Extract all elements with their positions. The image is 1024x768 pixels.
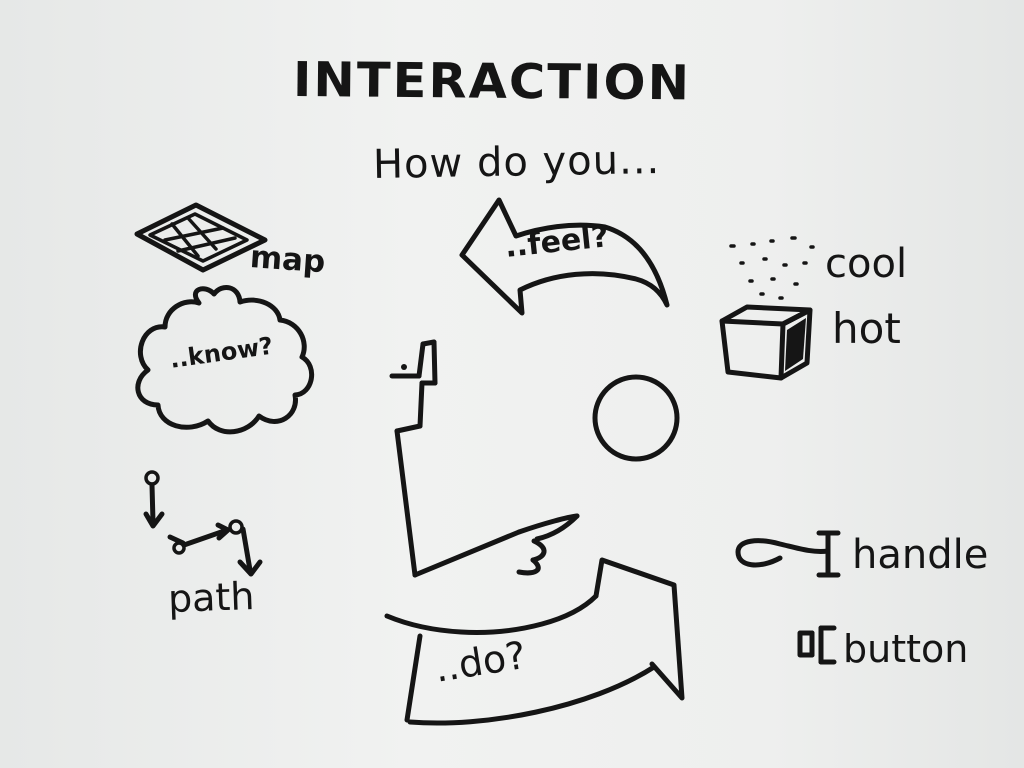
map-icon [134, 202, 268, 273]
ball-icon [592, 374, 680, 462]
diagram-title: INTERACTION [292, 52, 692, 112]
path-icon [143, 470, 263, 577]
map-label: map [248, 239, 327, 281]
ice-cube-icon [719, 236, 815, 381]
cool-label: cool [825, 241, 908, 287]
button-label: button [843, 627, 969, 671]
button-icon [797, 625, 837, 665]
handle-icon [735, 530, 841, 578]
diagram-subtitle: How do you... [372, 136, 661, 188]
person-profile-icon [389, 339, 580, 578]
bottom-arrow [384, 557, 685, 726]
path-label: path [167, 573, 256, 621]
handle-label: handle [852, 532, 989, 578]
sketch-page: INTERACTION How do you... ..feel? ..do? … [0, 0, 1024, 768]
hot-label: hot [832, 304, 901, 353]
